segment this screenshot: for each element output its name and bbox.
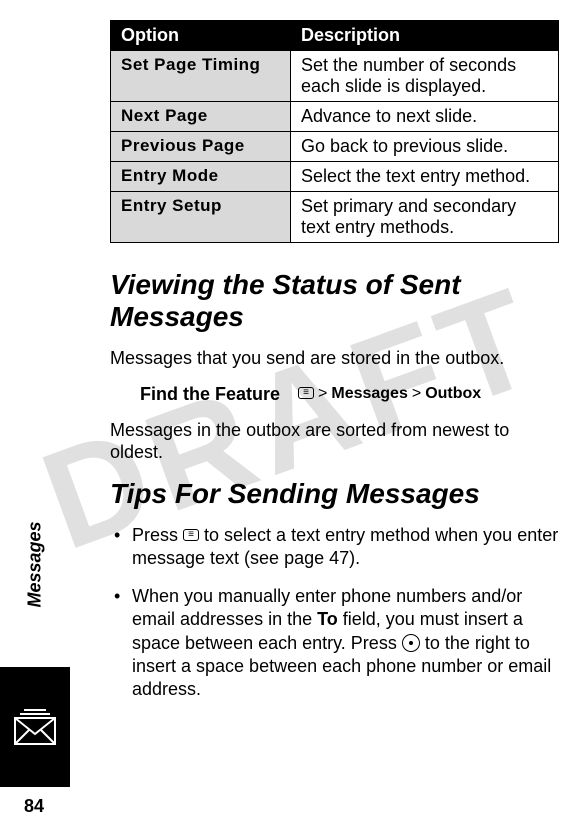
menu-key-icon — [298, 387, 314, 399]
heading-viewing-status: Viewing the Status of Sent Messages — [110, 269, 559, 333]
table-row: Set Page Timing Set the number of second… — [111, 51, 559, 102]
description-cell: Select the text entry method. — [291, 162, 559, 192]
option-cell: Entry Mode — [111, 162, 291, 192]
th-option: Option — [111, 21, 291, 51]
list-item: Press to select a text entry method when… — [132, 524, 559, 571]
path-outbox: Outbox — [425, 385, 481, 403]
heading-tips-sending: Tips For Sending Messages — [110, 478, 559, 510]
path-messages: Messages — [331, 385, 408, 403]
to-field-label: To — [317, 609, 338, 629]
feature-path: > Messages > Outbox — [298, 385, 481, 403]
table-row: Entry Setup Set primary and secondary te… — [111, 192, 559, 243]
page-content: Option Description Set Page Timing Set t… — [0, 0, 583, 835]
table-row: Next Page Advance to next slide. — [111, 102, 559, 132]
option-cell: Entry Setup — [111, 192, 291, 243]
nav-key-icon — [402, 634, 420, 652]
tips-list: Press to select a text entry method when… — [110, 524, 559, 702]
list-item: When you manually enter phone numbers an… — [132, 585, 559, 702]
find-feature-row: Find the Feature > Messages > Outbox — [140, 384, 559, 405]
gt: > — [318, 385, 327, 403]
th-description: Description — [291, 21, 559, 51]
tip-text: Press — [132, 525, 183, 545]
table-row: Previous Page Go back to previous slide. — [111, 132, 559, 162]
option-cell: Previous Page — [111, 132, 291, 162]
description-cell: Go back to previous slide. — [291, 132, 559, 162]
options-table: Option Description Set Page Timing Set t… — [110, 20, 559, 243]
description-cell: Set the number of seconds each slide is … — [291, 51, 559, 102]
menu-key-icon — [183, 529, 199, 541]
description-cell: Advance to next slide. — [291, 102, 559, 132]
table-row: Entry Mode Select the text entry method. — [111, 162, 559, 192]
find-feature-label: Find the Feature — [140, 384, 280, 405]
option-cell: Next Page — [111, 102, 291, 132]
body-text: Messages that you send are stored in the… — [110, 347, 559, 370]
option-cell: Set Page Timing — [111, 51, 291, 102]
gt: > — [412, 385, 421, 403]
description-cell: Set primary and secondary text entry met… — [291, 192, 559, 243]
body-text: Messages in the outbox are sorted from n… — [110, 419, 559, 464]
